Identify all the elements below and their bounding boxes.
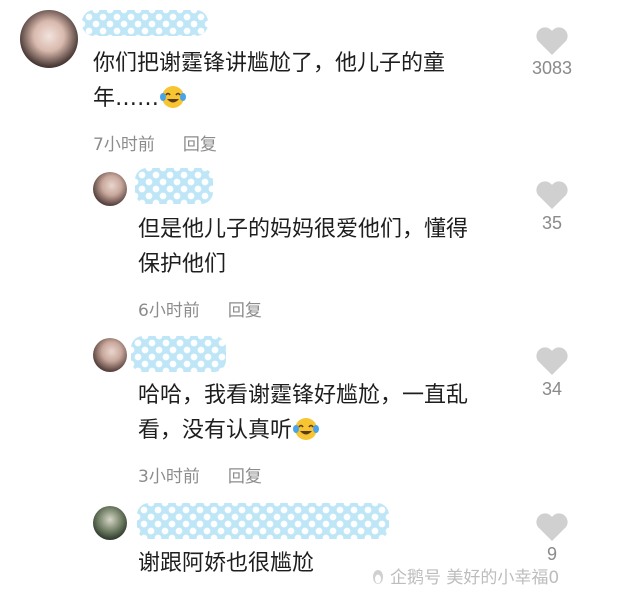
username-redacted[interactable] xyxy=(135,168,213,204)
comment-text-line: 年…… xyxy=(93,81,445,116)
comment-meta: 7小时前 回复 xyxy=(93,130,217,155)
like-count: 34 xyxy=(541,379,563,399)
heart-icon[interactable] xyxy=(535,346,569,376)
comment-text-line: 保护他们 xyxy=(138,252,227,277)
heart-icon[interactable] xyxy=(535,26,569,56)
comment-text-line: 你们把谢霆锋讲尴尬了，他儿子的童 xyxy=(93,51,446,76)
username-redacted[interactable] xyxy=(82,10,208,36)
comment-timestamp: 3小时前 xyxy=(138,467,200,487)
commenter-avatar[interactable] xyxy=(93,338,127,372)
reply-button[interactable]: 回复 xyxy=(183,135,217,155)
heart-icon[interactable] xyxy=(535,180,569,210)
comment-timestamp: 7小时前 xyxy=(93,135,155,155)
reply-button[interactable]: 回复 xyxy=(228,301,262,321)
comment-text: 但是他儿子的妈妈很爱他们，懂得 保护他们 xyxy=(138,212,468,282)
like-count: 3083 xyxy=(531,58,573,78)
comment-timestamp: 6小时前 xyxy=(138,301,200,321)
comment-text-line-content: 年…… xyxy=(93,86,160,111)
comment-text-line: 哈哈，我看谢霆锋好尴尬，一直乱 xyxy=(138,383,469,408)
comment-text-line: 谢跟阿娇也很尴尬 xyxy=(138,551,315,576)
comment-meta: 6小时前 回复 xyxy=(138,296,262,321)
penguin-logo-icon xyxy=(373,570,383,584)
comment-text: 谢跟阿娇也很尴尬 xyxy=(138,546,314,581)
commenter-avatar[interactable] xyxy=(20,10,78,68)
username-redacted[interactable] xyxy=(131,336,226,372)
watermark-text: 企鹅号 美好的小幸福0 xyxy=(390,568,560,588)
comment-meta: 3小时前 回复 xyxy=(138,462,262,487)
commenter-avatar[interactable] xyxy=(93,506,127,540)
comment-text: 哈哈，我看谢霆锋好尴尬，一直乱 看，没有认真听 xyxy=(138,378,468,448)
laughing-tears-emoji-icon xyxy=(160,86,187,108)
heart-icon[interactable] xyxy=(535,512,569,542)
comment-text-line-content: 看，没有认真听 xyxy=(138,418,293,443)
commenter-avatar[interactable] xyxy=(93,172,127,206)
laughing-tears-emoji-icon xyxy=(293,418,320,440)
reply-button[interactable]: 回复 xyxy=(228,467,262,487)
username-redacted[interactable] xyxy=(137,503,389,539)
comment-text-line: 但是他儿子的妈妈很爱他们，懂得 xyxy=(138,217,469,242)
watermark: 企鹅号 美好的小幸福0 xyxy=(370,563,559,588)
like-count: 9 xyxy=(546,544,557,564)
comment-text: 你们把谢霆锋讲尴尬了，他儿子的童 年…… xyxy=(93,46,445,116)
like-count: 35 xyxy=(541,213,563,233)
comment-text-line: 看，没有认真听 xyxy=(138,413,468,448)
